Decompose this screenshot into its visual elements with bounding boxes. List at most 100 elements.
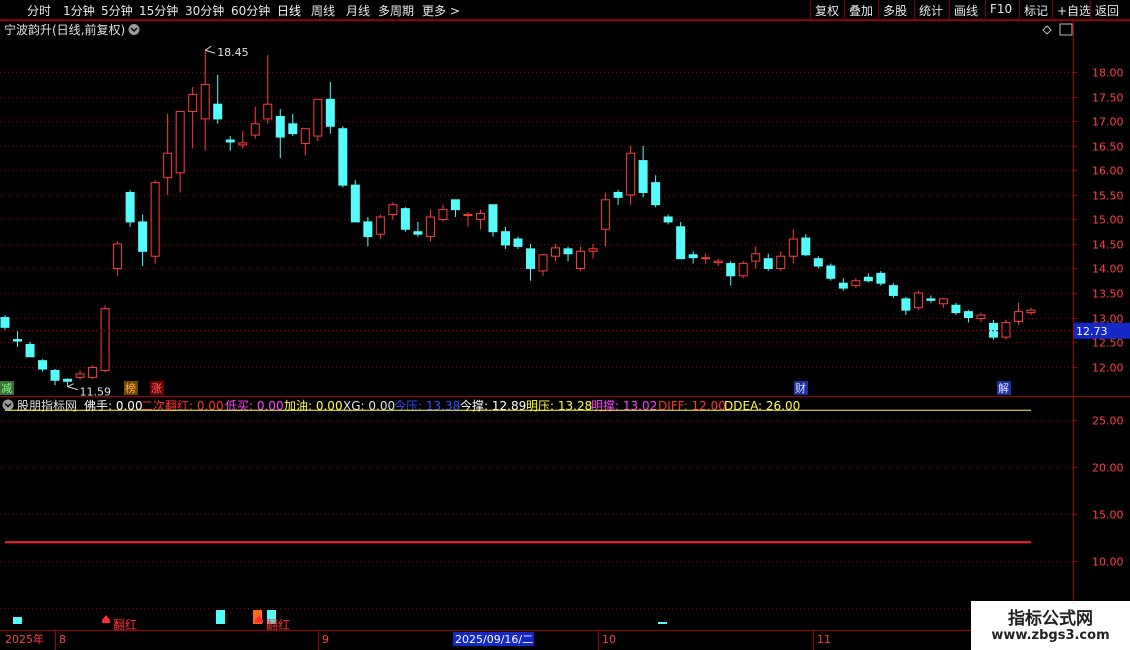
candle-up	[976, 314, 986, 319]
candle-down	[138, 221, 148, 252]
candle-up	[188, 93, 198, 113]
candle-down	[876, 272, 886, 284]
candle-down	[688, 254, 698, 259]
candle-up	[163, 152, 173, 179]
candle-down	[225, 139, 235, 143]
month-label: 8	[59, 633, 66, 646]
candle-up	[776, 255, 786, 269]
candle-down	[951, 304, 961, 314]
cursor-date-label: 2025/09/16/二	[455, 633, 533, 646]
diamond-icon	[1042, 25, 1052, 35]
candle-up	[601, 199, 611, 230]
candle-down	[863, 276, 873, 282]
candle-down	[363, 221, 373, 238]
indicator-bar	[13, 617, 22, 624]
candle-down	[0, 317, 10, 328]
signal-label: 翻红	[113, 617, 137, 632]
indicator-legend-item: DDEA: 26.00	[724, 399, 800, 413]
candle-down	[450, 199, 460, 211]
current-price-label: 12.73	[1076, 325, 1108, 338]
candle-down	[275, 115, 285, 138]
watermark-url: www.zbgs3.com	[991, 628, 1110, 643]
watermark-title: 指标公式网	[1008, 609, 1093, 629]
candle-down	[663, 216, 673, 223]
site-watermark: 指标公式网 www.zbgs3.com	[971, 601, 1130, 650]
signal-label: 翻红	[266, 617, 290, 632]
month-label: 9	[322, 633, 329, 646]
price-tick-label: 15.00	[1092, 214, 1124, 227]
indicator-tick-label: 25.00	[1092, 415, 1124, 428]
signal-bar	[255, 620, 263, 623]
candle-down	[413, 231, 423, 235]
candle-up	[538, 254, 548, 272]
candle-up	[88, 367, 98, 378]
chevron-down-icon	[128, 24, 140, 35]
indicator-legend-item: 明压: 13.28	[526, 399, 592, 413]
price-tick-label: 12.00	[1092, 362, 1124, 375]
candle-up	[588, 248, 598, 252]
price-tick-label: 17.00	[1092, 116, 1124, 129]
indicator-bar	[216, 610, 225, 624]
low-annotation: 11.59	[80, 386, 112, 399]
price-tick-label: 16.50	[1092, 141, 1124, 154]
candle-down	[763, 258, 773, 269]
candle-up	[100, 308, 110, 371]
candle-down	[726, 263, 736, 277]
candle-down	[526, 248, 536, 269]
price-tick-label: 16.00	[1092, 165, 1124, 178]
candle-up	[701, 257, 711, 260]
candle-down	[513, 238, 523, 247]
candle-down	[676, 226, 686, 260]
candle-down	[488, 204, 498, 233]
candle-down	[651, 182, 661, 206]
candle-down	[125, 191, 135, 223]
kline-chart: 宁波韵升(日线,前复权)12.0012.5013.0013.5014.0014.…	[0, 20, 1130, 650]
candle-up	[713, 260, 723, 264]
event-marker-1: 榜	[125, 381, 136, 395]
candle-up	[300, 128, 310, 144]
candle-up	[113, 243, 123, 269]
candle-down	[63, 378, 73, 382]
indicator-legend-item: 佛手: 0.00	[84, 399, 143, 413]
candle-up	[263, 103, 273, 120]
candle-down	[926, 298, 936, 301]
candle-down	[826, 265, 836, 279]
month-label: 10	[602, 633, 616, 646]
candle-down	[801, 237, 811, 256]
candle-down	[338, 128, 348, 186]
candle-up	[475, 213, 485, 220]
event-marker-4: 解	[998, 381, 1009, 395]
candle-down	[563, 248, 573, 255]
candle-up	[1001, 321, 1011, 338]
indicator-legend-item: DIFF: 12.00	[658, 399, 726, 413]
indicator-tick-label: 10.00	[1092, 556, 1124, 569]
signal-bar	[102, 620, 110, 623]
candle-up	[425, 216, 435, 238]
candle-down	[325, 98, 335, 127]
candle-up	[576, 250, 586, 269]
price-tick-label: 18.00	[1092, 67, 1124, 80]
indicator-legend-item: 加油: 0.00	[284, 399, 343, 413]
candle-up	[788, 238, 798, 257]
price-tick-label: 17.50	[1092, 92, 1124, 105]
indicator-chevron-icon	[2, 399, 14, 411]
candle-up	[150, 182, 160, 257]
event-marker-3: 财	[795, 381, 806, 395]
indicator-legend-item: XG: 0.00	[343, 399, 395, 413]
candle-down	[838, 282, 848, 289]
month-label: 11	[817, 633, 831, 646]
candle-up	[851, 280, 861, 287]
event-marker-2: 涨	[151, 382, 162, 395]
candle-up	[75, 373, 85, 378]
candle-down	[213, 103, 223, 120]
candle-up	[375, 216, 385, 235]
candle-up	[388, 204, 398, 216]
candle-down	[613, 191, 623, 198]
low-arrow	[67, 383, 78, 391]
candle-down	[901, 298, 911, 311]
high-annotation: 18.45	[217, 46, 249, 59]
year-label: 2025年	[5, 632, 44, 646]
candle-up	[200, 84, 210, 120]
candle-down	[963, 311, 973, 319]
candle-down	[25, 343, 35, 358]
